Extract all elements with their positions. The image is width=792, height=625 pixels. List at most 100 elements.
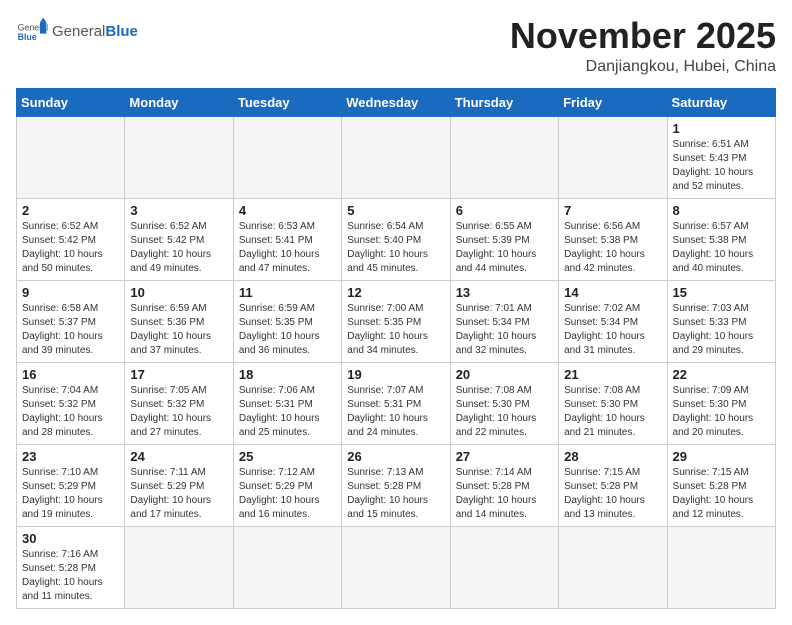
calendar-week-row: 23 Sunrise: 7:10 AM Sunset: 5:29 PM Dayli… — [17, 444, 776, 526]
calendar-day-cell: 6Sunrise: 6:55 AM Sunset: 5:39 PM Daylig… — [450, 198, 558, 280]
day-info: Sunrise: 7:04 AM Sunset: 5:32 PM Dayligh… — [22, 384, 119, 440]
day-number: 30 — [22, 531, 119, 546]
calendar-title: November 2025 — [510, 16, 776, 56]
day-number: 28 — [564, 449, 661, 464]
day-info: Sunrise: 6:56 AM Sunset: 5:38 PM Dayligh… — [564, 220, 661, 276]
logo-blue-text: Blue — [105, 23, 138, 40]
day-number: 19 — [347, 367, 444, 382]
day-number: 14 — [564, 285, 661, 300]
calendar-day-cell — [342, 116, 450, 198]
day-info: Sunrise: 7:09 AM Sunset: 5:30 PM Dayligh… — [673, 384, 770, 440]
day-number: 26 — [347, 449, 444, 464]
calendar-table: SundayMondayTuesdayWednesdayThursdayFrid… — [16, 88, 776, 609]
calendar-week-row: 1 Sunrise: 6:51 AM Sunset: 5:43 PM Daylig… — [17, 116, 776, 198]
calendar-day-cell — [450, 116, 558, 198]
weekday-header-monday: Monday — [125, 88, 233, 116]
day-number: 21 — [564, 367, 661, 382]
day-number: 1 — [673, 121, 770, 136]
calendar-day-cell: 9 Sunrise: 6:58 AM Sunset: 5:37 PM Daylig… — [17, 280, 125, 362]
calendar-day-cell: 5Sunrise: 6:54 AM Sunset: 5:40 PM Daylig… — [342, 198, 450, 280]
day-number: 12 — [347, 285, 444, 300]
day-number: 16 — [22, 367, 119, 382]
logo: General Blue GeneralBlue — [16, 16, 138, 48]
calendar-day-cell: 1 Sunrise: 6:51 AM Sunset: 5:43 PM Daylig… — [667, 116, 775, 198]
day-info: Sunrise: 7:12 AM Sunset: 5:29 PM Dayligh… — [239, 466, 336, 522]
day-info: Sunrise: 6:52 AM Sunset: 5:42 PM Dayligh… — [22, 220, 119, 276]
calendar-day-cell — [342, 526, 450, 608]
calendar-day-cell: 25 Sunrise: 7:12 AM Sunset: 5:29 PM Dayli… — [233, 444, 341, 526]
calendar-day-cell: 7 Sunrise: 6:56 AM Sunset: 5:38 PM Daylig… — [559, 198, 667, 280]
svg-text:Blue: Blue — [18, 32, 37, 42]
day-number: 23 — [22, 449, 119, 464]
calendar-day-cell: 17Sunrise: 7:05 AM Sunset: 5:32 PM Dayli… — [125, 362, 233, 444]
day-info: Sunrise: 7:13 AM Sunset: 5:28 PM Dayligh… — [347, 466, 444, 522]
day-info: Sunrise: 6:53 AM Sunset: 5:41 PM Dayligh… — [239, 220, 336, 276]
day-number: 9 — [22, 285, 119, 300]
day-info: Sunrise: 7:00 AM Sunset: 5:35 PM Dayligh… — [347, 302, 444, 358]
calendar-week-row: 9 Sunrise: 6:58 AM Sunset: 5:37 PM Daylig… — [17, 280, 776, 362]
calendar-week-row: 16 Sunrise: 7:04 AM Sunset: 5:32 PM Dayli… — [17, 362, 776, 444]
calendar-day-cell — [559, 526, 667, 608]
day-info: Sunrise: 7:14 AM Sunset: 5:28 PM Dayligh… — [456, 466, 553, 522]
day-number: 25 — [239, 449, 336, 464]
day-number: 8 — [673, 203, 770, 218]
calendar-day-cell: 4 Sunrise: 6:53 AM Sunset: 5:41 PM Daylig… — [233, 198, 341, 280]
calendar-day-cell — [125, 116, 233, 198]
calendar-day-cell — [233, 116, 341, 198]
day-number: 20 — [456, 367, 553, 382]
calendar-day-cell: 26 Sunrise: 7:13 AM Sunset: 5:28 PM Dayli… — [342, 444, 450, 526]
day-number: 27 — [456, 449, 553, 464]
calendar-day-cell: 20 Sunrise: 7:08 AM Sunset: 5:30 PM Dayli… — [450, 362, 558, 444]
calendar-day-cell — [667, 526, 775, 608]
day-number: 5 — [347, 203, 444, 218]
day-info: Sunrise: 6:55 AM Sunset: 5:39 PM Dayligh… — [456, 220, 553, 276]
day-number: 3 — [130, 203, 227, 218]
calendar-day-cell: 23 Sunrise: 7:10 AM Sunset: 5:29 PM Dayli… — [17, 444, 125, 526]
generalblue-logo-icon: General Blue — [16, 16, 48, 48]
day-number: 7 — [564, 203, 661, 218]
calendar-day-cell: 14 Sunrise: 7:02 AM Sunset: 5:34 PM Dayli… — [559, 280, 667, 362]
day-info: Sunrise: 7:03 AM Sunset: 5:33 PM Dayligh… — [673, 302, 770, 358]
day-info: Sunrise: 7:15 AM Sunset: 5:28 PM Dayligh… — [564, 466, 661, 522]
day-number: 2 — [22, 203, 119, 218]
day-number: 4 — [239, 203, 336, 218]
day-info: Sunrise: 7:15 AM Sunset: 5:28 PM Dayligh… — [673, 466, 770, 522]
calendar-day-cell: 11Sunrise: 6:59 AM Sunset: 5:35 PM Dayli… — [233, 280, 341, 362]
day-info: Sunrise: 7:02 AM Sunset: 5:34 PM Dayligh… — [564, 302, 661, 358]
calendar-day-cell: 24Sunrise: 7:11 AM Sunset: 5:29 PM Dayli… — [125, 444, 233, 526]
day-info: Sunrise: 6:51 AM Sunset: 5:43 PM Dayligh… — [673, 138, 770, 194]
calendar-day-cell: 19Sunrise: 7:07 AM Sunset: 5:31 PM Dayli… — [342, 362, 450, 444]
weekday-header-sunday: Sunday — [17, 88, 125, 116]
day-info: Sunrise: 6:59 AM Sunset: 5:35 PM Dayligh… — [239, 302, 336, 358]
calendar-day-cell: 27 Sunrise: 7:14 AM Sunset: 5:28 PM Dayli… — [450, 444, 558, 526]
page-header: General Blue GeneralBlue November 2025 D… — [16, 16, 776, 76]
day-number: 13 — [456, 285, 553, 300]
calendar-day-cell — [125, 526, 233, 608]
weekday-header-saturday: Saturday — [667, 88, 775, 116]
calendar-subtitle: Danjiangkou, Hubei, China — [510, 58, 776, 76]
calendar-day-cell: 12 Sunrise: 7:00 AM Sunset: 5:35 PM Dayli… — [342, 280, 450, 362]
day-info: Sunrise: 6:57 AM Sunset: 5:38 PM Dayligh… — [673, 220, 770, 276]
day-number: 29 — [673, 449, 770, 464]
day-number: 24 — [130, 449, 227, 464]
weekday-header-tuesday: Tuesday — [233, 88, 341, 116]
day-info: Sunrise: 7:10 AM Sunset: 5:29 PM Dayligh… — [22, 466, 119, 522]
calendar-day-cell: 28 Sunrise: 7:15 AM Sunset: 5:28 PM Dayli… — [559, 444, 667, 526]
calendar-day-cell — [559, 116, 667, 198]
calendar-day-cell: 2 Sunrise: 6:52 AM Sunset: 5:42 PM Daylig… — [17, 198, 125, 280]
calendar-day-cell: 22Sunrise: 7:09 AM Sunset: 5:30 PM Dayli… — [667, 362, 775, 444]
day-info: Sunrise: 6:52 AM Sunset: 5:42 PM Dayligh… — [130, 220, 227, 276]
calendar-day-cell: 16 Sunrise: 7:04 AM Sunset: 5:32 PM Dayli… — [17, 362, 125, 444]
weekday-header-row: SundayMondayTuesdayWednesdayThursdayFrid… — [17, 88, 776, 116]
calendar-day-cell: 13Sunrise: 7:01 AM Sunset: 5:34 PM Dayli… — [450, 280, 558, 362]
calendar-day-cell: 21 Sunrise: 7:08 AM Sunset: 5:30 PM Dayli… — [559, 362, 667, 444]
day-info: Sunrise: 7:08 AM Sunset: 5:30 PM Dayligh… — [456, 384, 553, 440]
calendar-day-cell: 30Sunrise: 7:16 AM Sunset: 5:28 PM Dayli… — [17, 526, 125, 608]
day-info: Sunrise: 6:58 AM Sunset: 5:37 PM Dayligh… — [22, 302, 119, 358]
day-number: 10 — [130, 285, 227, 300]
weekday-header-friday: Friday — [559, 88, 667, 116]
calendar-day-cell: 15Sunrise: 7:03 AM Sunset: 5:33 PM Dayli… — [667, 280, 775, 362]
day-info: Sunrise: 7:06 AM Sunset: 5:31 PM Dayligh… — [239, 384, 336, 440]
day-info: Sunrise: 7:08 AM Sunset: 5:30 PM Dayligh… — [564, 384, 661, 440]
day-info: Sunrise: 6:59 AM Sunset: 5:36 PM Dayligh… — [130, 302, 227, 358]
